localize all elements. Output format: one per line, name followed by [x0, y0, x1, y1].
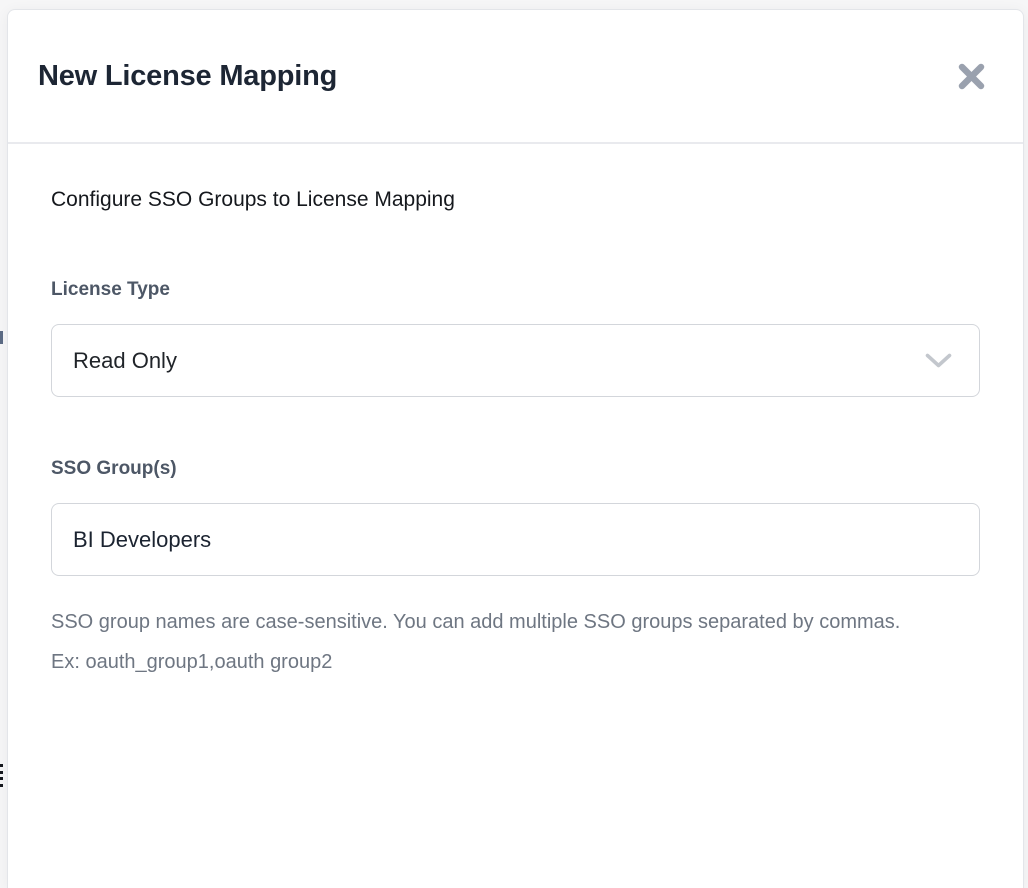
new-license-mapping-modal: New License Mapping Configure SSO Groups…	[7, 9, 1024, 888]
close-button[interactable]	[954, 59, 989, 94]
modal-body: Configure SSO Groups to License Mapping …	[8, 144, 1023, 682]
close-icon	[956, 61, 987, 92]
modal-header: New License Mapping	[8, 10, 1023, 144]
license-type-select[interactable]: Read Only	[51, 324, 980, 397]
license-type-label: License Type	[51, 278, 980, 302]
clipped-list-icon	[0, 777, 3, 780]
sso-groups-label: SSO Group(s)	[51, 457, 980, 481]
sso-groups-field: SSO Group(s) SSO group names are case-se…	[51, 457, 980, 682]
sso-groups-help-text: SSO group names are case-sensitive. You …	[51, 602, 931, 682]
clipped-list-icon	[0, 764, 3, 767]
sso-groups-input[interactable]	[51, 503, 980, 576]
section-heading: Configure SSO Groups to License Mapping	[51, 186, 980, 214]
chevron-down-icon	[925, 353, 952, 369]
clipped-list-icon	[0, 771, 3, 774]
license-type-selected-value: Read Only	[73, 348, 177, 374]
license-type-field: License Type Read Only	[51, 278, 980, 397]
modal-title: New License Mapping	[38, 59, 337, 93]
clipped-list-icon	[0, 784, 3, 787]
clipped-page-glyph	[0, 331, 3, 344]
